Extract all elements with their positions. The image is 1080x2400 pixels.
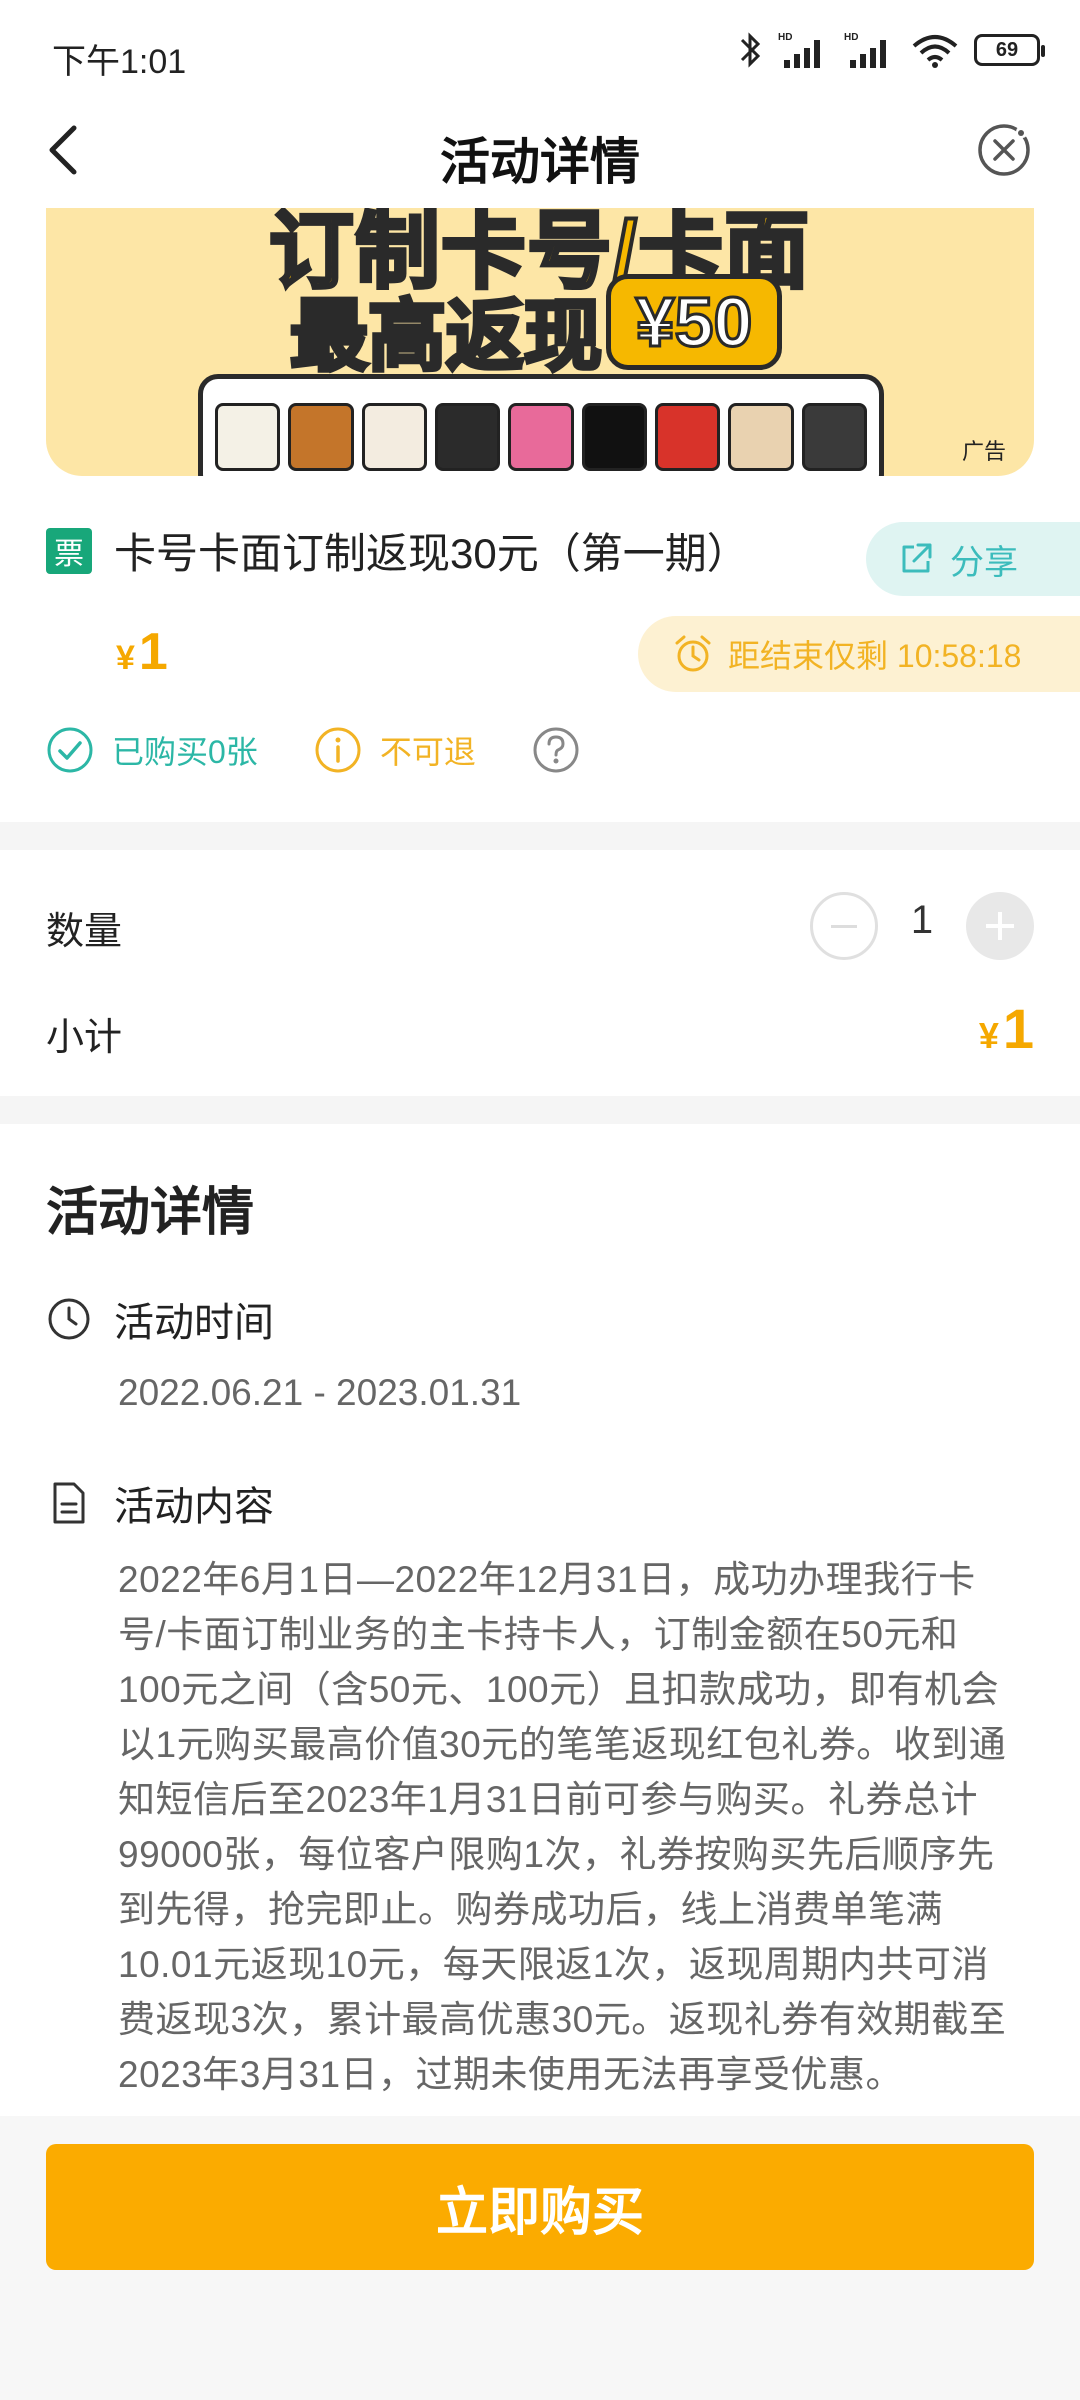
price-symbol: ¥ (116, 639, 135, 677)
quantity-increase-button[interactable] (966, 892, 1034, 960)
bought-count-label: 已购买0张 (112, 734, 258, 770)
activity-time-value: 2022.06.21 - 2023.01.31 (118, 1372, 522, 1413)
no-refund-label: 不可退 (379, 734, 476, 770)
activity-time-label: 活动时间 (114, 1301, 274, 1345)
activity-content-label: 活动内容 (114, 1485, 274, 1529)
share-icon (902, 543, 932, 573)
countdown-text: 距结束仅剩 10:58:18 (728, 638, 1022, 674)
product-title-row: 票 卡号卡面订制返现30元（第一期） (46, 520, 749, 581)
buy-now-button[interactable]: 立即购买 (46, 2144, 1034, 2270)
help-icon[interactable] (532, 726, 580, 774)
svg-text:HD: HD (844, 32, 858, 43)
details-section-title: 活动详情 (46, 1184, 255, 1242)
page-title: 活动详情 (440, 134, 640, 190)
card-sample (654, 403, 721, 471)
wifi-icon (912, 35, 958, 68)
battery-icon: 69 (974, 34, 1045, 66)
document-icon (53, 1482, 85, 1524)
card-sample (581, 403, 647, 471)
price-value: 1 (138, 623, 168, 681)
price: ¥1 (116, 622, 168, 682)
countdown-badge: 距结束仅剩 10:58:18 (638, 616, 1080, 692)
section-divider (0, 822, 1080, 850)
signal-icon: HD (778, 32, 820, 68)
banner-amount: ¥50 (606, 274, 782, 370)
activity-time-heading: 活动时间 (46, 1290, 274, 1348)
card-sample (434, 403, 501, 471)
quantity-decrease-button[interactable] (810, 892, 878, 960)
bought-count-tag: 已购买0张 (46, 726, 258, 774)
purchase-tags: 已购买0张 不可退 (46, 726, 580, 774)
no-refund-tag: 不可退 (314, 726, 476, 774)
activity-content-heading: 活动内容 (46, 1474, 274, 1532)
product-title: 卡号卡面订制返现30元（第一期） (114, 530, 749, 577)
status-time: 下午1:01 (52, 43, 187, 81)
alarm-clock-icon (675, 635, 711, 672)
quantity-label: 数量 (46, 911, 123, 953)
subtotal: ¥1 (979, 996, 1034, 1061)
close-icon[interactable] (974, 120, 1034, 180)
subtotal-symbol: ¥ (978, 1015, 999, 1056)
bluetooth-icon (740, 32, 761, 68)
card-sample (728, 403, 794, 471)
ticket-badge: 票 (46, 527, 92, 574)
clock-icon (48, 1298, 90, 1340)
check-circle-icon (47, 727, 93, 773)
bottom-bar: 立即购买 (0, 2116, 1080, 2400)
quantity-value: 1 (910, 898, 934, 942)
nav-bar: 活动详情 (0, 100, 1080, 208)
activity-content-text: 2022年6月1日—2022年12月31日，成功办理我行卡号/卡面订制业务的主卡… (118, 1559, 1007, 2095)
subtotal-value: 1 (1002, 997, 1034, 1060)
promo-banner[interactable]: 订制卡号/卡面 最高返现 ¥50 广告 (46, 208, 1034, 476)
status-icons: HD HD 69 (738, 30, 1045, 70)
card-sample (801, 403, 867, 471)
status-bar: 下午1:01 HD HD 69 (0, 0, 1080, 100)
share-label: 分享 (950, 543, 1018, 582)
svg-text:HD: HD (778, 32, 792, 43)
card-sample (508, 403, 574, 471)
banner-subheadline: 最高返现 (288, 290, 604, 382)
subtotal-label: 小计 (46, 1017, 123, 1059)
card-sample (288, 403, 354, 471)
info-icon (315, 727, 361, 773)
share-button[interactable]: 分享 (866, 522, 1080, 596)
card-sample (215, 403, 281, 471)
banner-card-samples (198, 374, 884, 476)
section-divider (0, 1096, 1080, 1124)
signal-icon-2: HD (844, 32, 886, 68)
card-sample (361, 403, 427, 471)
ad-label: 广告 (961, 439, 1006, 464)
